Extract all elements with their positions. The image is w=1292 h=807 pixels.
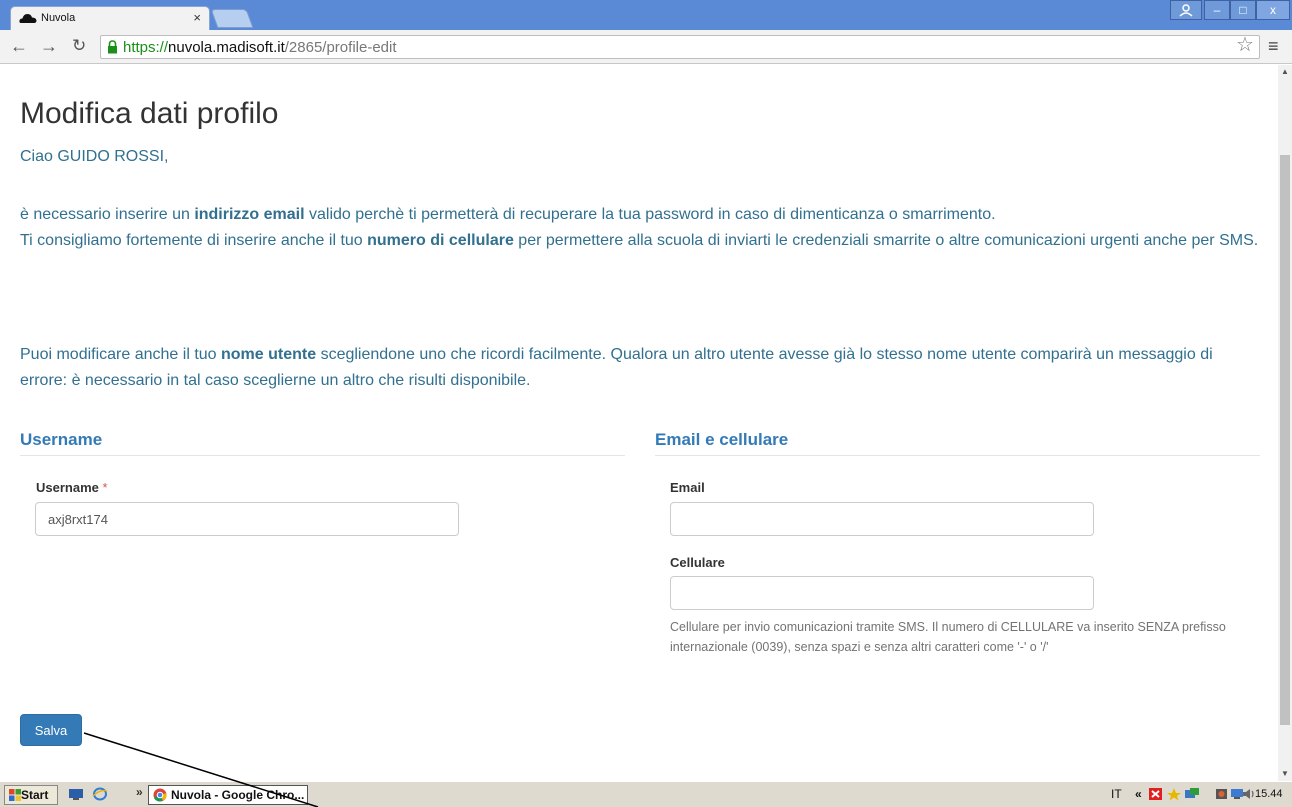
browser-titlebar: Nuvola × – □ x [0,0,1292,30]
language-indicator[interactable]: IT [1111,787,1122,801]
required-marker: * [102,480,108,495]
email-input[interactable] [670,502,1094,536]
chrome-icon [153,788,167,802]
scroll-thumb[interactable] [1280,155,1290,725]
bookmark-star-icon[interactable]: ☆ [1236,35,1254,55]
internet-explorer-icon[interactable] [92,787,108,801]
email-label: Email [670,480,705,495]
forward-arrow-icon[interactable]: → [40,37,58,55]
tray-expand-icon[interactable]: « [1135,787,1142,801]
reload-icon[interactable]: ↻ [72,37,86,55]
taskbar-chrome-window[interactable]: Nuvola - Google Chro... [148,785,308,805]
back-arrow-icon[interactable]: ← [10,37,28,55]
restore-button[interactable]: □ [1230,0,1256,20]
tab-close-icon[interactable]: × [193,10,201,25]
tab-title: Nuvola [41,12,76,24]
windows-logo-icon [9,789,21,801]
phone-label: Cellulare [670,555,725,570]
phone-input[interactable] [670,576,1094,610]
scroll-up-icon[interactable]: ▲ [1278,65,1292,79]
url-text: https://nuvola.madisoft.it/2865/profile-… [123,39,397,56]
section-divider [20,455,625,456]
star-tray-icon[interactable] [1166,787,1182,801]
page-title: Modifica dati profilo [20,97,279,130]
scroll-down-icon[interactable]: ▼ [1278,767,1292,781]
email-intro-text: è necessario inserire un indirizzo email… [20,206,1259,249]
close-icon: x [1270,3,1276,17]
username-intro-text: Puoi modificare anche il tuo nome utente… [20,346,1213,389]
save-button[interactable]: Salva [20,714,82,746]
network-tray-icon[interactable] [1184,787,1200,801]
menu-icon[interactable]: ≡ [1268,37,1279,55]
show-desktop-icon[interactable] [68,787,84,801]
page-content: Modifica dati profilo Ciao GUIDO ROSSI, … [0,65,1278,781]
close-button[interactable]: x [1256,0,1290,20]
window-user-icon[interactable] [1170,0,1202,20]
page-scrollbar[interactable]: ▲ ▼ [1278,65,1292,781]
browser-toolbar: ← → ↻ https://nuvola.madisoft.it/2865/pr… [0,30,1292,64]
username-section-title: Username [20,430,103,449]
security-tray-icon[interactable] [1214,787,1230,801]
section-divider [655,455,1260,456]
restore-icon: □ [1239,3,1247,17]
minimize-button[interactable]: – [1204,0,1230,20]
new-tab-button[interactable] [210,9,254,28]
clock: 15.44 [1255,788,1283,800]
contact-section-title: Email e cellulare [655,430,789,449]
lock-icon [108,40,117,54]
browser-tab[interactable]: Nuvola × [10,6,210,30]
phone-help-text: Cellulare per invio comunicazioni tramit… [670,620,1226,654]
greeting-text: Ciao GUIDO ROSSI, [20,148,169,165]
start-button[interactable]: Start [4,785,58,805]
antivirus-tray-icon[interactable] [1148,787,1164,801]
username-label: Username * [36,480,108,495]
cloud-icon [19,14,37,23]
address-bar[interactable]: https://nuvola.madisoft.it/2865/profile-… [100,35,1260,59]
os-taskbar: Start » Nuvola - Google Chro... IT « 15.… [0,781,1292,807]
username-input[interactable] [35,502,459,536]
minimize-icon: – [1213,3,1221,17]
quicklaunch-overflow-icon[interactable]: » [136,785,143,799]
